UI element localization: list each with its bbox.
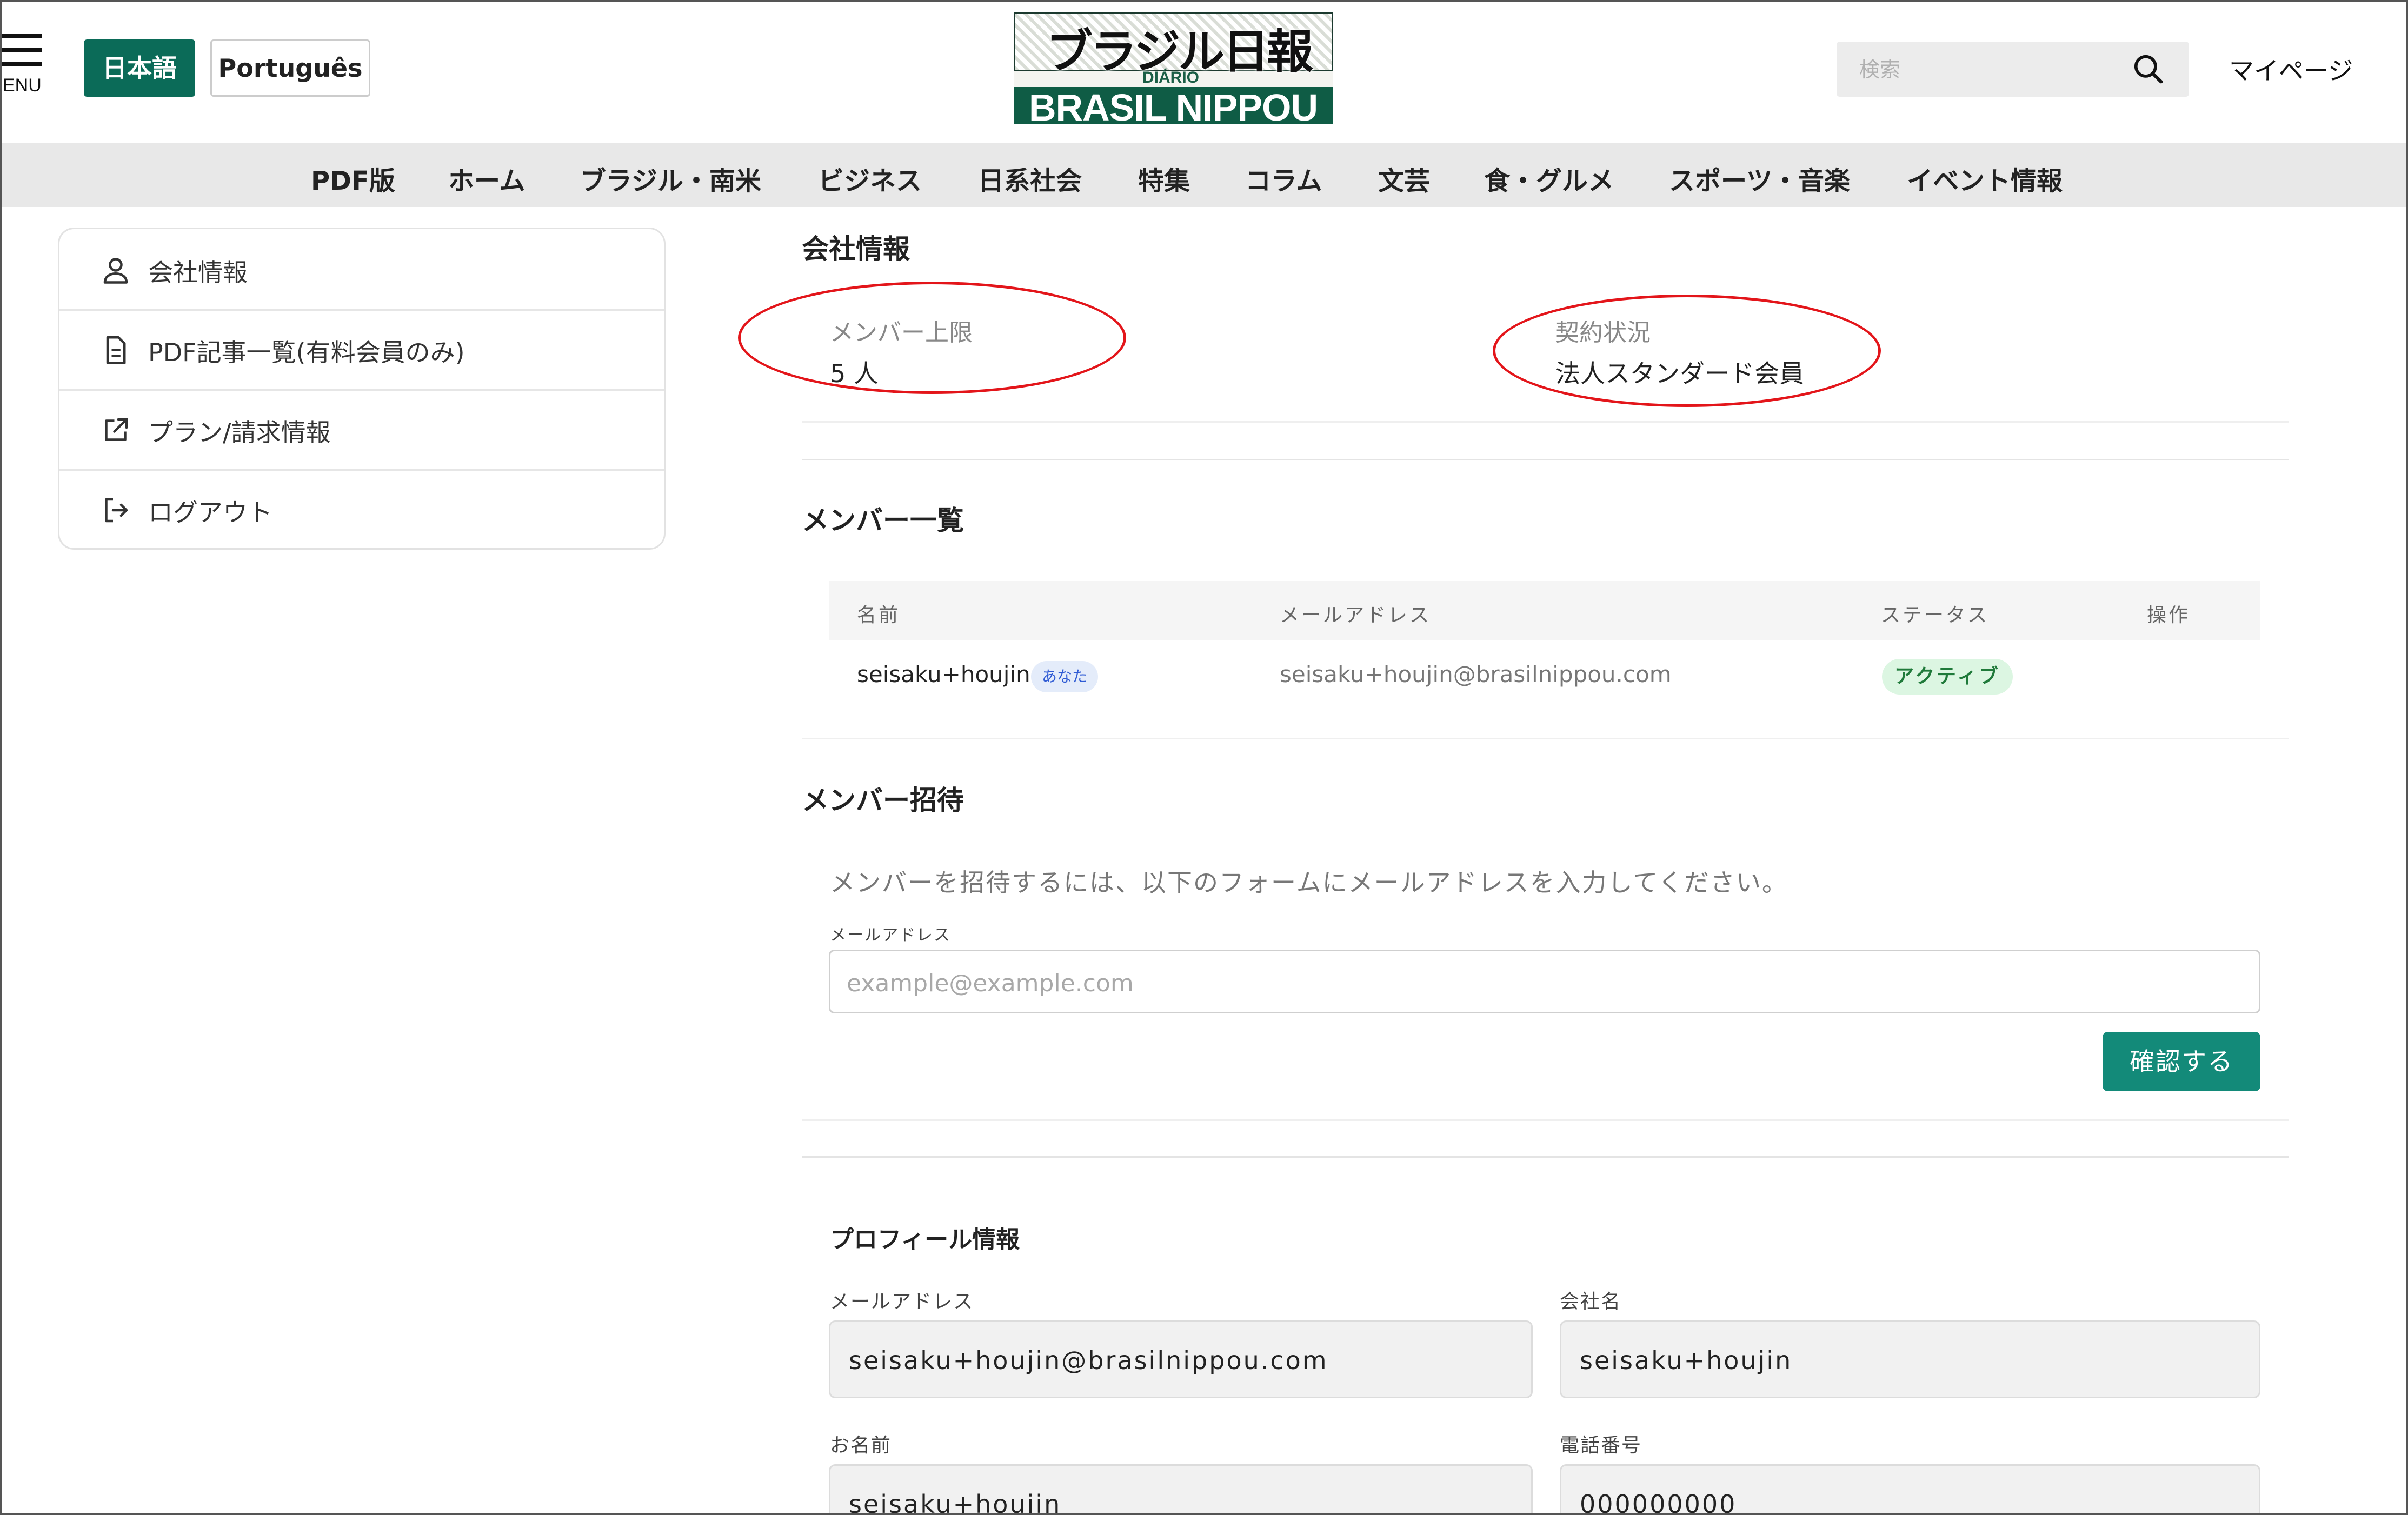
column-header-status: ステータス [1881, 604, 1990, 626]
profile-phone-label: 電話番号 [1560, 1434, 1642, 1457]
annotation-ellipse [1493, 295, 1881, 407]
logout-icon [105, 498, 128, 523]
profile-name-value: seisaku+houjin [849, 1490, 1062, 1515]
account-sidebar: 会社情報 PDF記事一覧(有料会員のみ) プラン/請求情報 ログアウト [58, 228, 666, 550]
nav-item-pdf[interactable]: PDF版 [311, 159, 395, 197]
user-icon [103, 258, 128, 284]
menu-label: ENU [3, 75, 42, 96]
annotation-ellipse [738, 282, 1126, 394]
nav-item-feature[interactable]: 特集 [1138, 159, 1190, 197]
member-name: seisaku+houjin [857, 661, 1030, 688]
nav-item-events[interactable]: イベント情報 [1907, 159, 2063, 197]
column-header-actions: 操作 [2147, 604, 2191, 626]
profile-name-field[interactable]: seisaku+houjin [829, 1464, 1533, 1515]
profile-email-value: seisaku+houjin@brasilnippou.com [849, 1346, 1328, 1375]
invite-email-input[interactable] [846, 966, 2232, 1000]
site-logo[interactable]: ブラジル日報 BRASIL NIPPOU DIÁRIO [1014, 12, 1333, 129]
invite-email-field [829, 950, 2260, 1013]
divider [802, 421, 2289, 423]
logo-diario-text: DIÁRIO [1142, 69, 1199, 86]
profile-name-label: お名前 [830, 1434, 892, 1457]
nav-item-business[interactable]: ビジネス [818, 159, 922, 197]
site-header: ENU 日本語 Português ブラジル日報 BRASIL NIPPOU D… [2, 2, 2406, 143]
nav-item-home[interactable]: ホーム [448, 159, 525, 197]
hamburger-icon [2, 34, 42, 38]
external-link-icon [105, 418, 128, 441]
nav-item-column[interactable]: コラム [1245, 159, 1322, 197]
confirm-button[interactable]: 確認する [2103, 1032, 2260, 1091]
nav-item-nikkei[interactable]: 日系社会 [978, 159, 1082, 197]
sidebar-item-pdf-articles[interactable]: PDF記事一覧(有料会員のみ) [59, 309, 664, 391]
nav-item-brazil[interactable]: ブラジル・南米 [580, 159, 761, 197]
sidebar-item-label: ログアウト [148, 498, 272, 527]
divider [802, 459, 2289, 460]
search-input[interactable] [1858, 54, 2120, 86]
sidebar-item-label: 会社情報 [148, 258, 248, 287]
search-box [1837, 42, 2189, 97]
profile-company-label: 会社名 [1560, 1291, 1622, 1313]
nav-item-sports[interactable]: スポーツ・音楽 [1669, 159, 1850, 197]
main-nav: PDF版 ホーム ブラジル・南米 ビジネス 日系社会 特集 コラム 文芸 食・グ… [2, 143, 2406, 207]
divider [802, 738, 2289, 739]
profile-company-value: seisaku+houjin [1580, 1346, 1793, 1375]
profile-phone-field[interactable]: 000000000 [1560, 1464, 2260, 1515]
sidebar-item-company-info[interactable]: 会社情報 [59, 229, 664, 311]
sidebar-item-logout[interactable]: ログアウト [59, 469, 664, 549]
divider [802, 1119, 2289, 1121]
company-info-title: 会社情報 [802, 233, 910, 265]
document-icon [106, 336, 126, 364]
sidebar-item-label: PDF記事一覧(有料会員のみ) [148, 338, 465, 367]
nav-item-literature[interactable]: 文芸 [1378, 159, 1430, 197]
profile-company-field[interactable]: seisaku+houjin [1560, 1320, 2260, 1398]
language-portuguese-button[interactable]: Português [210, 39, 370, 97]
page-frame: ENU 日本語 Português ブラジル日報 BRASIL NIPPOU D… [0, 0, 2408, 1515]
invite-title: メンバー招待 [802, 785, 964, 816]
hamburger-icon-bar [2, 48, 42, 52]
status-badge: アクティブ [1882, 659, 2013, 695]
sidebar-item-label: プラン/請求情報 [148, 418, 331, 447]
hamburger-icon-bar [2, 62, 42, 66]
divider [802, 1156, 2289, 1158]
member-email: seisaku+houjin@brasilnippou.com [1280, 661, 1672, 688]
column-header-email: メールアドレス [1280, 604, 1432, 626]
column-header-name: 名前 [857, 604, 901, 626]
logo-english-text: BRASIL NIPPOU [1028, 86, 1318, 129]
profile-phone-value: 000000000 [1580, 1490, 1737, 1515]
sidebar-item-plan-billing[interactable]: プラン/請求情報 [59, 389, 664, 471]
nav-item-gourmet[interactable]: 食・グルメ [1484, 159, 1614, 197]
profile-title: プロフィール情報 [830, 1226, 1020, 1253]
profile-email-field[interactable]: seisaku+houjin@brasilnippou.com [829, 1320, 1533, 1398]
search-icon[interactable] [2132, 52, 2165, 86]
invite-email-label: メールアドレス [830, 926, 951, 945]
language-japanese-button[interactable]: 日本語 [84, 39, 195, 97]
profile-email-label: メールアドレス [830, 1291, 974, 1313]
member-list-title: メンバー一覧 [802, 505, 964, 536]
menu-button[interactable]: ENU [2, 34, 45, 99]
invite-description: メンバーを招待するには、以下のフォームにメールアドレスを入力してください。 [830, 868, 1788, 897]
mypage-link[interactable]: マイページ [2229, 51, 2353, 87]
member-table-header: 名前 メールアドレス ステータス 操作 [829, 581, 2260, 640]
you-badge: あなた [1031, 661, 1098, 692]
